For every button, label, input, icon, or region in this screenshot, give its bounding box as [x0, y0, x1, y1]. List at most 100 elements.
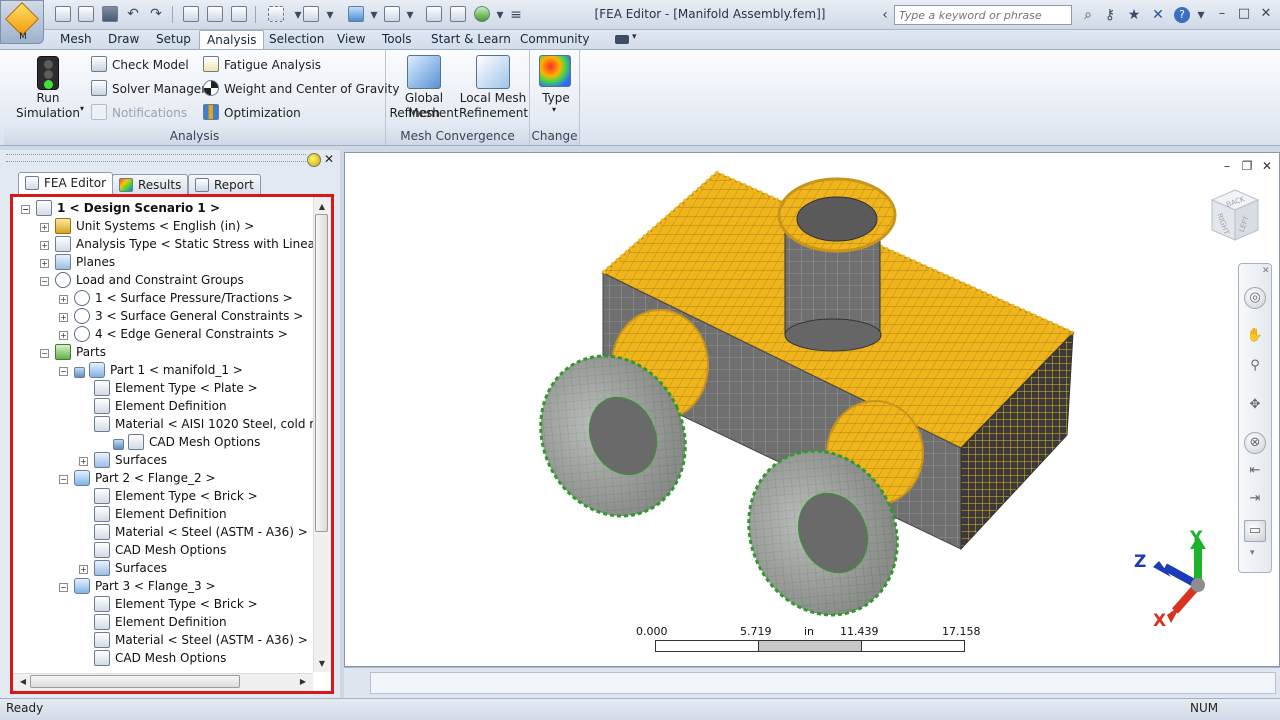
collapse-icon[interactable]: − — [59, 583, 68, 592]
tree-item[interactable]: Material < Steel (ASTM - A36) > — [79, 631, 308, 649]
scroll-up-icon[interactable]: ▲ — [313, 199, 331, 215]
expand-icon[interactable]: + — [40, 223, 49, 232]
tree-item[interactable]: Material < Steel (ASTM - A36) > — [79, 523, 308, 541]
expand-icon[interactable]: + — [59, 331, 68, 340]
tree-item[interactable]: Element Type < Brick > — [79, 487, 258, 505]
tree-item[interactable]: + Surfaces — [79, 559, 167, 577]
expand-icon[interactable]: + — [59, 313, 68, 322]
tab-community[interactable]: Community — [513, 30, 596, 50]
view-cube-icon[interactable] — [348, 6, 364, 22]
solver-manager-button[interactable]: Solver Manager — [91, 80, 206, 96]
key-icon[interactable]: ⚷ — [1102, 7, 1118, 23]
weight-cog-button[interactable]: Weight and Center of Gravity — [203, 80, 399, 96]
tree-item[interactable]: Element Type < Brick > — [79, 595, 258, 613]
tree-item[interactable]: +4 < Edge General Constraints > — [59, 325, 288, 343]
tab-setup[interactable]: Setup — [149, 30, 198, 50]
collapse-icon[interactable]: − — [59, 367, 68, 376]
redo-icon[interactable]: ↷ — [148, 6, 164, 22]
tab-fea-editor[interactable]: FEA Editor — [18, 172, 114, 195]
tree-item[interactable]: − Load and Constraint Groups — [40, 271, 244, 289]
check-model-button[interactable]: Check Model — [91, 56, 189, 72]
tree-item[interactable]: + Unit Systems < English (in) > — [40, 217, 254, 235]
tree-item[interactable]: + Surfaces — [79, 451, 167, 469]
maximize-icon[interactable]: □ — [1236, 6, 1252, 22]
notifications-button[interactable]: Notifications — [91, 104, 187, 120]
tree-item[interactable]: CAD Mesh Options — [98, 433, 260, 451]
collapse-icon[interactable]: − — [59, 475, 68, 484]
tree-item[interactable]: +3 < Surface General Constraints > — [59, 307, 303, 325]
window-layout-icon[interactable] — [426, 6, 442, 22]
previous-view-icon[interactable]: ⇤ — [1244, 461, 1266, 483]
look-at-icon[interactable]: ⊗ — [1244, 432, 1266, 454]
orbit-icon[interactable]: ✥ — [1244, 395, 1266, 417]
pan-hand-icon[interactable]: ✋ — [1244, 326, 1266, 348]
tree-item[interactable]: + Planes — [40, 253, 115, 271]
dropdown-arrow-icon[interactable]: ▾ — [1193, 7, 1209, 23]
global-mesh-refinement-button[interactable]: Global Mesh Refinement — [389, 53, 459, 121]
dropdown-arrow-icon[interactable]: ▾ — [366, 7, 382, 23]
tree-item[interactable]: +1 < Surface Pressure/Tractions > — [59, 289, 293, 307]
tree-item[interactable]: CAD Mesh Options — [79, 541, 226, 559]
model-viewport[interactable] — [345, 153, 1279, 666]
table-icon[interactable] — [207, 6, 223, 22]
box-view-icon[interactable] — [384, 6, 400, 22]
tab-tools[interactable]: Tools — [375, 30, 419, 50]
close-icon[interactable]: ✕ — [1258, 6, 1274, 22]
dropdown-arrow-icon[interactable]: ▾ — [1250, 548, 1255, 558]
viewport-restore-icon[interactable]: ❐ — [1240, 159, 1254, 173]
view-window-icon[interactable]: ▭ — [1244, 520, 1266, 542]
grid-layout-icon[interactable] — [450, 6, 466, 22]
tree-item[interactable]: Element Type < Plate > — [79, 379, 258, 397]
tree-structure-icon[interactable] — [474, 6, 490, 22]
tree-item[interactable]: − Part 1 < manifold_1 > — [59, 361, 243, 379]
tab-start-learn[interactable]: Start & Learn — [424, 30, 518, 50]
expand-icon[interactable]: + — [40, 241, 49, 250]
ribbon-options-icon[interactable] — [615, 35, 629, 44]
tree-item[interactable]: − Part 3 < Flange_3 > — [59, 577, 216, 595]
open-folder-icon[interactable] — [78, 6, 94, 22]
rectangle-select-icon[interactable] — [268, 6, 284, 22]
panel-grip[interactable] — [6, 154, 306, 162]
document-list-icon[interactable] — [231, 6, 247, 22]
panel-close-icon[interactable]: ✕ — [322, 152, 336, 166]
tab-view[interactable]: View — [330, 30, 372, 50]
document-tab-area[interactable] — [370, 672, 1276, 694]
tab-mesh[interactable]: Mesh — [53, 30, 99, 50]
dropdown-arrow-icon[interactable]: ▾ — [552, 105, 556, 114]
tree-item[interactable]: CAD Mesh Options — [79, 649, 226, 667]
tab-draw[interactable]: Draw — [101, 30, 146, 50]
minimize-icon[interactable]: – — [1214, 6, 1230, 22]
pointer-select-icon[interactable] — [303, 6, 319, 22]
dropdown-arrow-icon[interactable]: ▾ — [632, 32, 637, 42]
tab-selection[interactable]: Selection — [262, 30, 331, 50]
tab-report[interactable]: Report — [188, 174, 261, 195]
local-mesh-refinement-button[interactable]: Local Mesh Refinement — [459, 53, 528, 121]
tree-item[interactable]: − 1 < Design Scenario 1 > — [21, 199, 220, 217]
dropdown-arrow-icon[interactable]: ▾ — [402, 7, 418, 23]
tree-item[interactable]: Element Definition — [79, 505, 227, 523]
search-input[interactable] — [894, 5, 1072, 25]
scroll-right-icon[interactable]: ▶ — [294, 674, 312, 690]
expand-icon[interactable]: + — [79, 457, 88, 466]
star-icon[interactable]: ★ — [1126, 7, 1142, 23]
tree-item[interactable]: − Parts — [40, 343, 106, 361]
application-menu-button[interactable]: M — [0, 0, 44, 44]
binoculars-icon[interactable]: ⌕ — [1080, 7, 1096, 23]
customize-toolbar-icon[interactable]: ≡ — [508, 7, 524, 23]
viewport-minimize-icon[interactable]: – — [1220, 159, 1234, 173]
collapse-icon[interactable]: − — [21, 205, 30, 214]
tree-item[interactable]: − Part 2 < Flange_2 > — [59, 469, 216, 487]
tree-item[interactable]: Element Definition — [79, 397, 227, 415]
dropdown-arrow-icon[interactable]: ▾ — [322, 7, 338, 23]
tree-hscroll-thumb[interactable] — [30, 675, 240, 688]
expand-icon[interactable]: + — [40, 259, 49, 268]
expand-icon[interactable]: + — [79, 565, 88, 574]
pin-icon[interactable] — [307, 153, 321, 167]
help-icon[interactable]: ? — [1174, 7, 1190, 23]
run-simulation-button[interactable]: Run Simulation — [14, 53, 84, 121]
expand-icon[interactable]: + — [59, 295, 68, 304]
steering-wheel-icon[interactable]: ◎ — [1244, 287, 1266, 309]
optimization-button[interactable]: Optimization — [203, 104, 301, 120]
new-file-icon[interactable] — [55, 6, 71, 22]
zoom-icon[interactable]: ⚲ — [1244, 356, 1266, 378]
